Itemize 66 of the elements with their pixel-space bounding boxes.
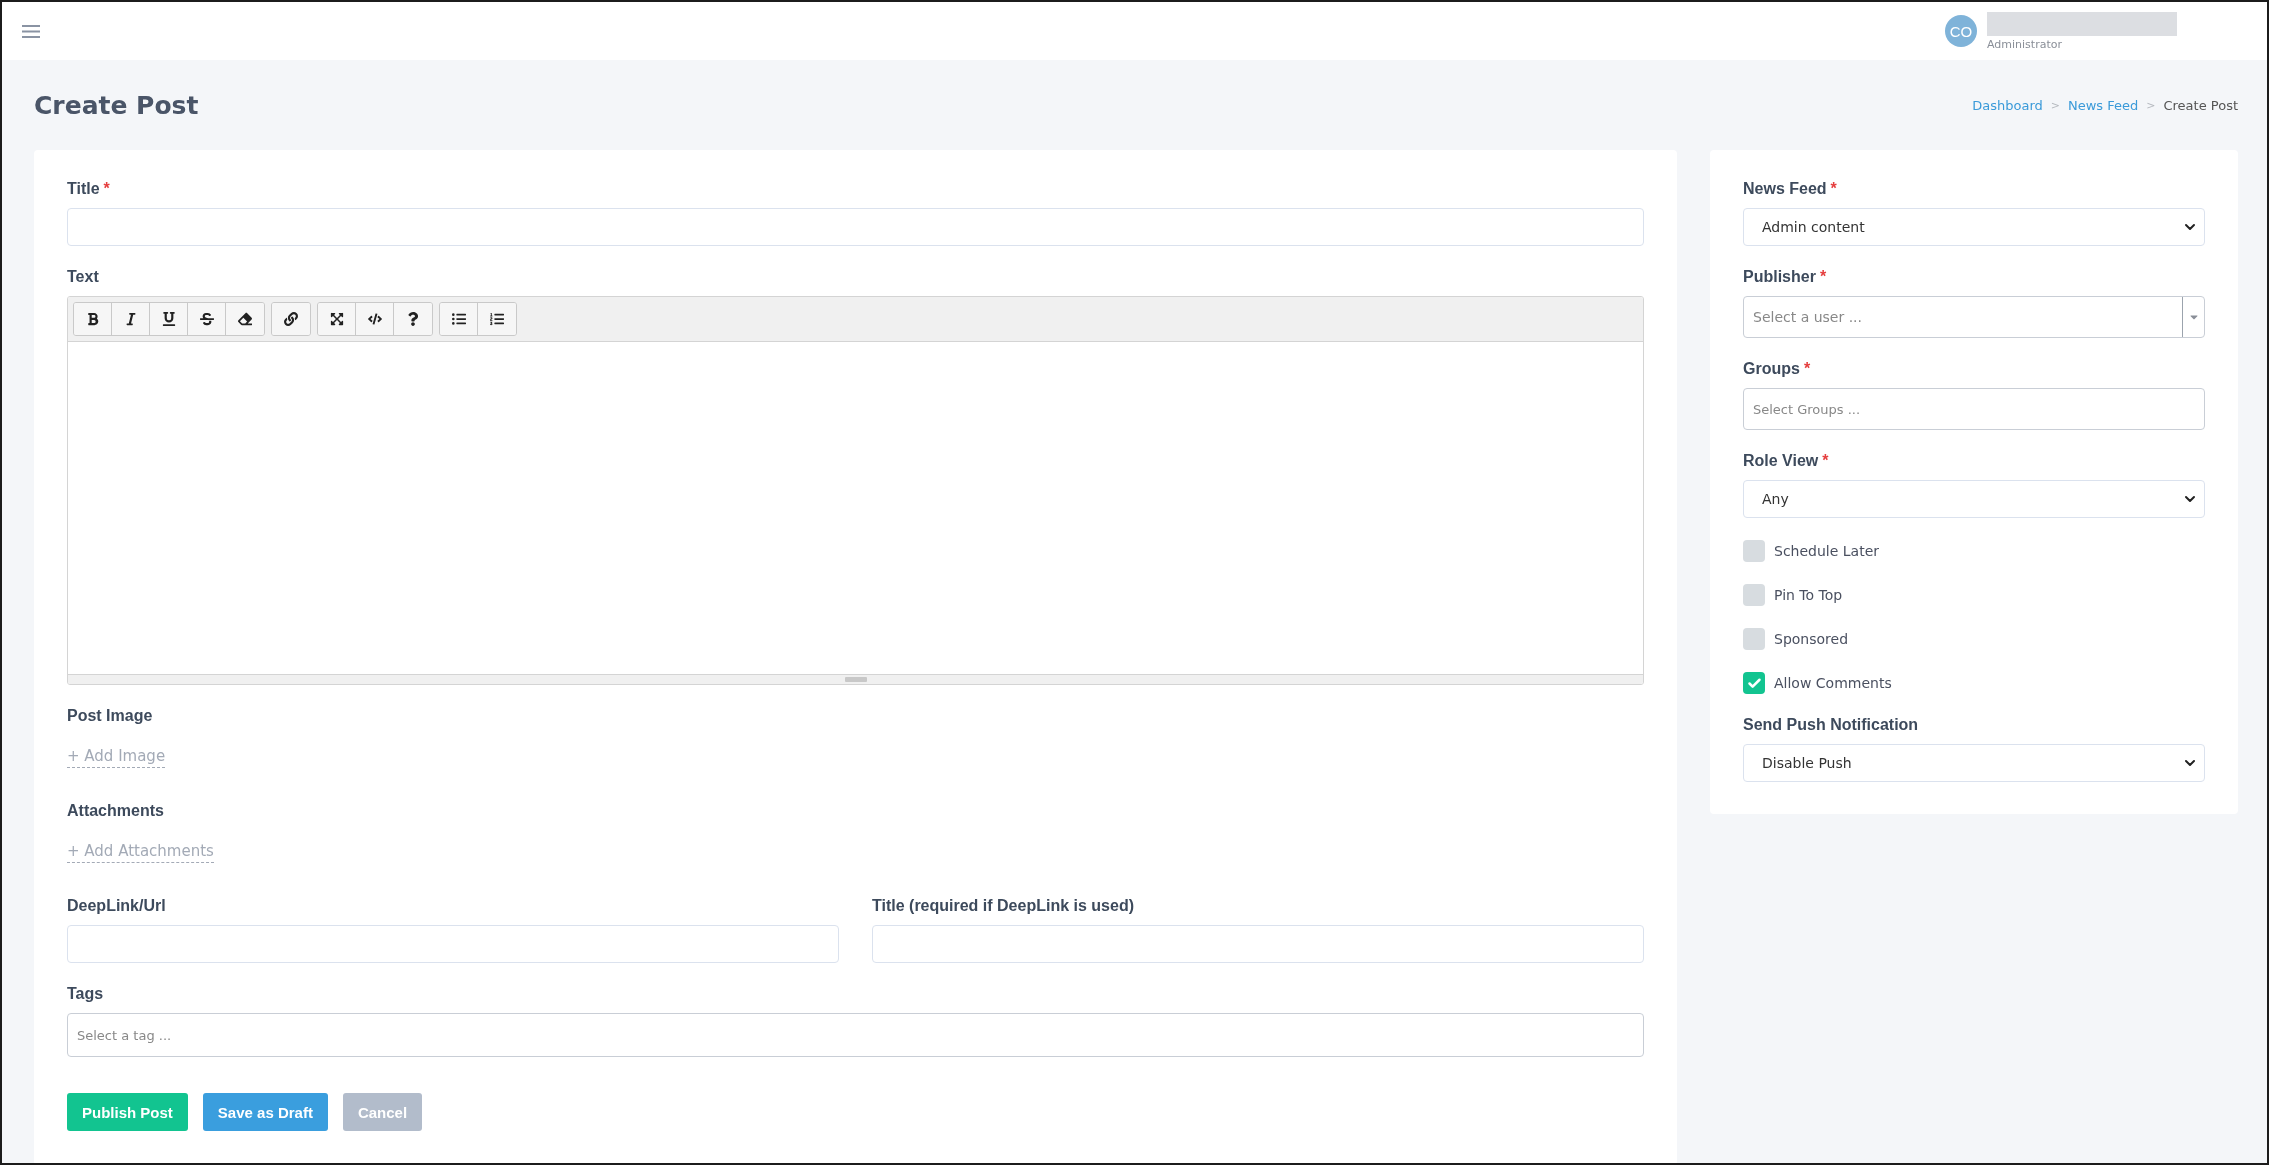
title-input[interactable] <box>67 208 1644 246</box>
page-title: Create Post <box>34 90 199 120</box>
checkbox[interactable] <box>1743 540 1765 562</box>
menu-icon[interactable] <box>22 24 40 38</box>
check-icon <box>1746 675 1762 691</box>
field-label: Attachments <box>67 802 165 820</box>
field-label: DeepLink/Url <box>67 897 167 915</box>
checkbox[interactable] <box>1743 584 1765 606</box>
eraser-button[interactable] <box>226 303 264 335</box>
breadcrumb-separator: > <box>2146 98 2156 112</box>
news-feed-select[interactable]: Admin content <box>1743 208 2205 246</box>
link-icon <box>284 312 298 326</box>
add-image-link[interactable]: + Add Image <box>67 747 166 768</box>
question-mark-button[interactable] <box>394 303 432 335</box>
bulleted-list-icon <box>451 312 466 326</box>
field-label: Post Image <box>67 707 154 725</box>
bold-icon <box>85 312 100 326</box>
deeplink-input[interactable] <box>67 925 839 963</box>
groups-field[interactable]: Select Groups ... <box>1743 388 2205 430</box>
checkbox-label: Pin To Top <box>1774 587 1843 603</box>
code-icon <box>367 312 382 326</box>
breadcrumb-link[interactable]: Dashboard <box>1972 97 2043 113</box>
bold-button[interactable] <box>74 303 112 335</box>
strikethrough-button[interactable] <box>188 303 226 335</box>
field-label: Groups * <box>1743 360 1812 378</box>
checkbox-label: Allow Comments <box>1774 675 1892 691</box>
user-role: Administrator <box>1987 37 2063 51</box>
add-attachments-link[interactable]: + Add Attachments <box>67 842 214 863</box>
field-label: Text <box>67 268 100 286</box>
resize-handle[interactable] <box>844 677 867 682</box>
save-draft-button[interactable]: Save as Draft <box>202 1093 328 1131</box>
breadcrumb-link[interactable]: News Feed <box>2067 97 2139 113</box>
checkbox-label: Sponsored <box>1774 631 1849 647</box>
field-label: Title * <box>67 180 111 198</box>
checkbox-label: Schedule Later <box>1774 543 1880 559</box>
eraser-icon <box>238 312 252 326</box>
numbered-list-icon <box>490 312 504 326</box>
italic-button[interactable] <box>112 303 150 335</box>
breadcrumb-current: Create Post <box>2163 97 2238 113</box>
underline-button[interactable] <box>150 303 188 335</box>
question-mark-icon <box>406 312 420 326</box>
field-label: News Feed * <box>1743 180 1838 198</box>
breadcrumb-separator: > <box>2050 98 2060 112</box>
field-label: Title (required if DeepLink is used) <box>872 897 1135 915</box>
link-button[interactable] <box>272 303 310 335</box>
field-label: Role View * <box>1743 452 1830 470</box>
expand-arrows-icon <box>329 312 344 326</box>
deeplink-title-input[interactable] <box>872 925 1644 963</box>
publish-button[interactable]: Publish Post <box>67 1093 188 1131</box>
field-label: Tags <box>67 985 105 1003</box>
code-button[interactable] <box>356 303 394 335</box>
expand-arrows-button[interactable] <box>318 303 356 335</box>
bulleted-list-button[interactable] <box>440 303 478 335</box>
publisher-select[interactable]: Select a user ... <box>1743 296 2205 338</box>
cancel-button[interactable]: Cancel <box>342 1093 423 1131</box>
underline-icon <box>161 312 176 326</box>
push-select[interactable]: Disable Push <box>1743 744 2205 782</box>
strikethrough-icon <box>199 312 214 326</box>
user-avatar[interactable]: CO <box>1945 15 1977 47</box>
field-label: Publisher * <box>1743 268 1828 286</box>
field-label: Send Push Notification <box>1743 716 1920 734</box>
role-view-select[interactable]: Any <box>1743 480 2205 518</box>
tags-field[interactable]: Select a tag ... <box>67 1013 1644 1057</box>
numbered-list-button[interactable] <box>478 303 516 335</box>
checkbox[interactable] <box>1743 672 1765 694</box>
checkbox[interactable] <box>1743 628 1765 650</box>
